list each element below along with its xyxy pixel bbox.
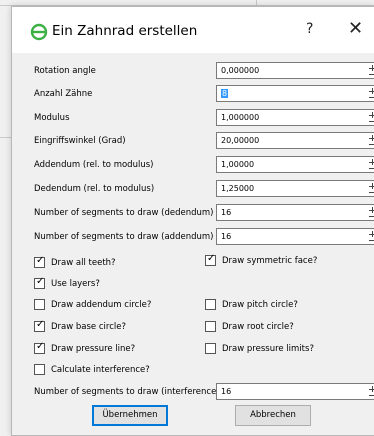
spin-arrows-icon[interactable] xyxy=(368,88,374,100)
spin-arrows-icon[interactable] xyxy=(368,112,374,124)
spin-arrows-icon[interactable] xyxy=(368,135,374,147)
cancel-button[interactable]: Abbrechen xyxy=(235,405,311,426)
checkmark-icon: ✓ xyxy=(36,319,45,330)
checkbox-label: Draw pressure limits? xyxy=(222,344,314,354)
checkbox-box[interactable]: ✓ xyxy=(205,253,216,266)
close-button[interactable]: ✕ xyxy=(348,18,363,39)
checkbox-label: Draw pressure line? xyxy=(51,344,136,354)
segments-dedendum-spinbox[interactable]: 16 xyxy=(216,204,374,221)
checkbox-label: Draw all teeth? xyxy=(51,258,116,268)
dedendum-spinbox[interactable]: 1,25000 xyxy=(216,180,374,197)
modulus-value: 1,000000 xyxy=(221,113,260,122)
checkbox-label: Use layers? xyxy=(51,279,100,289)
label-addendum: Addendum (rel. to modulus) xyxy=(34,160,154,170)
gear-dialog: Ein Zahnrad erstellen ? ✕ Rotation angle… xyxy=(11,6,374,436)
checkmark-icon: ✓ xyxy=(36,276,45,287)
tooth-count-value: 8 xyxy=(221,89,229,98)
checkbox-label: Calculate interference? xyxy=(51,365,150,375)
checkbox-label: Draw pitch circle? xyxy=(222,300,298,310)
spin-arrows-icon[interactable] xyxy=(368,183,374,195)
rotation-angle-value: 0,000000 xyxy=(221,66,260,75)
segments-interference-spinbox[interactable]: 16 xyxy=(216,383,374,400)
label-dedendum: Dedendum (rel. to modulus) xyxy=(34,184,155,194)
addendum-value: 1,00000 xyxy=(221,160,255,169)
gear-icon xyxy=(30,23,48,41)
checkbox-label: Draw symmetric face? xyxy=(222,256,318,266)
addendum-spinbox[interactable]: 1,00000 xyxy=(216,156,374,173)
spin-arrows-icon[interactable] xyxy=(368,207,374,219)
spin-arrows-icon[interactable] xyxy=(368,65,374,77)
spin-arrows-icon[interactable] xyxy=(368,159,374,171)
apply-button[interactable]: Übernehmen xyxy=(92,405,168,426)
checkbox-box[interactable] xyxy=(205,343,216,354)
rotation-angle-spinbox[interactable]: 0,000000 xyxy=(216,62,374,79)
dialog-title: Ein Zahnrad erstellen xyxy=(52,23,198,39)
title-bar[interactable]: Ein Zahnrad erstellen ? ✕ xyxy=(12,7,374,53)
checkbox-box[interactable] xyxy=(34,299,45,310)
label-segments-interference: Number of segments to draw (interference… xyxy=(34,387,220,397)
checkbox-box[interactable] xyxy=(205,321,216,332)
modulus-spinbox[interactable]: 1,000000 xyxy=(216,109,374,126)
checkbox-box[interactable]: ✓ xyxy=(34,276,45,289)
tooth-count-spinbox[interactable]: 8 xyxy=(216,85,374,102)
segments-interference-value: 16 xyxy=(221,387,232,396)
label-modulus: Modulus xyxy=(34,113,70,123)
label-rotation-angle: Rotation angle xyxy=(34,66,96,76)
checkbox-label: Draw root circle? xyxy=(222,322,294,332)
checkmark-icon: ✓ xyxy=(36,341,45,352)
checkbox-box[interactable]: ✓ xyxy=(34,255,45,268)
checkbox-label: Draw base circle? xyxy=(51,322,126,332)
spin-arrows-icon[interactable] xyxy=(368,231,374,243)
label-segments-dedendum: Number of segments to draw (dedendum) xyxy=(34,208,214,218)
segments-dedendum-value: 16 xyxy=(221,208,232,217)
checkbox-label: Draw addendum circle? xyxy=(51,300,152,310)
checkmark-icon: ✓ xyxy=(36,255,45,266)
spin-arrows-icon[interactable] xyxy=(368,386,374,398)
dedendum-value: 1,25000 xyxy=(221,184,255,193)
help-button[interactable]: ? xyxy=(306,21,313,37)
pressure-angle-spinbox[interactable]: 20,00000 xyxy=(216,132,374,149)
segments-addendum-spinbox[interactable]: 16 xyxy=(216,228,374,245)
pressure-angle-value: 20,00000 xyxy=(221,136,260,145)
background-grid-line xyxy=(0,137,11,138)
label-tooth-count: Anzahl Zähne xyxy=(34,89,93,99)
checkbox-box[interactable] xyxy=(205,299,216,310)
checkbox-box[interactable]: ✓ xyxy=(34,319,45,332)
segments-addendum-value: 16 xyxy=(221,232,232,241)
label-segments-addendum: Number of segments to draw (addendum) xyxy=(34,232,214,242)
checkbox-box[interactable]: ✓ xyxy=(34,341,45,354)
label-pressure-angle: Eingriffswinkel (Grad) xyxy=(34,136,126,146)
checkbox-box[interactable] xyxy=(34,364,45,375)
checkmark-icon: ✓ xyxy=(207,253,216,264)
